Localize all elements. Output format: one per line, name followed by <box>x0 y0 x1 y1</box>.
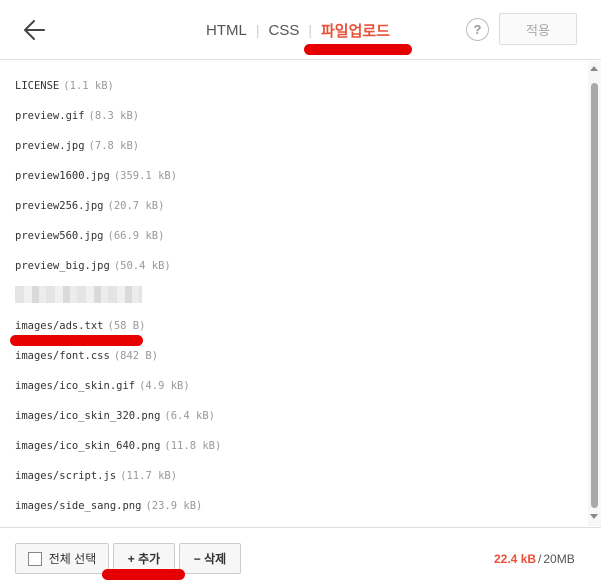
file-name: preview.jpg <box>15 140 85 152</box>
select-all-button[interactable]: 전체 선택 <box>15 543 109 574</box>
question-icon: ? <box>473 22 482 37</box>
editor-footer: 전체 선택 + 추가 − 삭제 22.4 kB/20MB <box>0 527 601 587</box>
file-size: (23.9 kB) <box>145 500 203 512</box>
file-size: (11.8 kB) <box>164 440 222 452</box>
quota-used: 22.4 kB <box>494 552 537 566</box>
select-all-label: 전체 선택 <box>48 552 97 566</box>
file-item[interactable]: preview.jpg (7.8 kB) <box>15 136 139 156</box>
file-item[interactable]: images/ads.txt (58 B) <box>15 316 145 336</box>
file-item[interactable]: preview_big.jpg (50.4 kB) <box>15 256 171 276</box>
file-item[interactable]: LICENSE (1.1 kB) <box>15 76 114 96</box>
scroll-down-arrow-icon[interactable] <box>590 514 598 519</box>
file-size: (359.1 kB) <box>113 170 178 182</box>
file-item[interactable]: preview1600.jpg (359.1 kB) <box>15 166 177 186</box>
apply-button[interactable]: 적용 <box>499 13 577 45</box>
file-name: preview560.jpg <box>15 230 104 242</box>
file-name: images/ico_skin_640.png <box>15 440 161 452</box>
file-name: images/side_sang.png <box>15 500 142 512</box>
file-name: images/ads.txt <box>15 320 104 332</box>
file-size: (58 B) <box>107 320 146 332</box>
file-name: preview.gif <box>15 110 85 122</box>
file-name: images/ico_skin_320.png <box>15 410 161 422</box>
file-size: (8.3 kB) <box>88 110 140 122</box>
annotation-underline-tab <box>304 44 412 55</box>
file-size: (842 B) <box>113 350 159 362</box>
vertical-scrollbar[interactable] <box>588 61 601 526</box>
back-button[interactable] <box>18 14 52 46</box>
file-list[interactable]: LICENSE (1.1 kB) preview.gif (8.3 kB) prev… <box>0 61 588 526</box>
file-size: (7.8 kB) <box>88 140 140 152</box>
tab-html[interactable]: HTML <box>206 22 247 39</box>
arrow-left-icon <box>24 20 45 40</box>
file-name: preview1600.jpg <box>15 170 110 182</box>
delete-file-button[interactable]: − 삭제 <box>179 543 241 574</box>
editor-header: HTML | CSS | 파일업로드 ? 적용 <box>0 0 601 60</box>
file-name: images/font.css <box>15 350 110 362</box>
file-item[interactable]: preview256.jpg (20.7 kB) <box>15 196 164 216</box>
quota-separator: / <box>538 552 542 566</box>
checkbox-icon[interactable] <box>27 551 42 566</box>
annotation-underline-add <box>102 569 185 580</box>
file-name: LICENSE <box>15 80 60 92</box>
file-name: images/script.js <box>15 470 117 482</box>
tab-divider: | <box>308 22 312 38</box>
file-size: (1.1 kB) <box>63 80 114 92</box>
file-size: (11.7 kB) <box>120 470 178 482</box>
file-size: (66.9 kB) <box>107 230 165 242</box>
file-item[interactable]: preview.gif (8.3 kB) <box>15 106 139 126</box>
quota-total: 20MB <box>543 552 575 566</box>
help-button[interactable]: ? <box>466 18 489 41</box>
file-item[interactable]: images/ico_skin.gif (4.9 kB) <box>15 376 190 396</box>
file-size: (4.9 kB) <box>139 380 190 392</box>
file-size: (6.4 kB) <box>164 410 215 422</box>
file-name: preview256.jpg <box>15 200 104 212</box>
scrollbar-thumb[interactable] <box>591 83 598 508</box>
file-item[interactable]: images/script.js (11.7 kB) <box>15 466 177 486</box>
tab-file-upload[interactable]: 파일업로드 <box>321 20 390 41</box>
editor-tabs: HTML | CSS | 파일업로드 <box>206 19 390 41</box>
file-item[interactable]: images/ico_skin_640.png (11.8 kB) <box>15 436 221 456</box>
file-item[interactable]: images/side_sang.png (23.9 kB) <box>15 496 202 516</box>
file-item[interactable]: images/ico_skin_320.png (6.4 kB) <box>15 406 215 426</box>
file-size: (20.7 kB) <box>107 200 165 212</box>
annotation-underline-file <box>10 335 143 346</box>
tab-css[interactable]: CSS <box>268 22 299 39</box>
file-size: (50.4 kB) <box>113 260 171 272</box>
file-name: preview_big.jpg <box>15 260 110 272</box>
tab-divider: | <box>255 22 260 38</box>
file-item[interactable]: images/font.css (842 B) <box>15 346 158 366</box>
scroll-up-arrow-icon[interactable] <box>590 66 598 71</box>
storage-quota: 22.4 kB/20MB <box>494 552 575 566</box>
file-name: images/ico_skin.gif <box>15 380 136 392</box>
redacted-file-item <box>15 286 142 303</box>
file-item[interactable]: preview560.jpg (66.9 kB) <box>15 226 164 246</box>
